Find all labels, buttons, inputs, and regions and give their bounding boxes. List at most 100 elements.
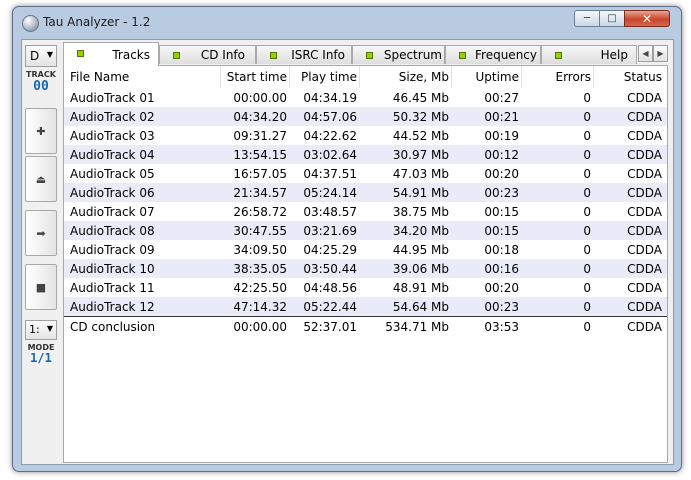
table-row[interactable]: AudioTrack 09 34:09.50 04:25.29 44.95 Mb…: [64, 240, 667, 259]
tab-spectrum[interactable]: Spectrum: [352, 45, 445, 64]
cell-status: CDDA: [627, 262, 662, 276]
table-row[interactable]: AudioTrack 06 21:34.57 05:24.14 54.91 Mb…: [64, 183, 667, 202]
cell-errors: 0: [583, 224, 591, 238]
cell-uptime: 00:20: [484, 281, 519, 295]
table-row[interactable]: AudioTrack 10 38:35.05 03:50.44 39.06 Mb…: [64, 259, 667, 278]
tab-frequency[interactable]: Frequency: [445, 45, 541, 64]
tab-isrc-info[interactable]: ISRC Info: [256, 45, 352, 64]
tab-scroll-right-button[interactable]: ▶: [653, 45, 668, 62]
cell-file-name: AudioTrack 02: [70, 110, 155, 124]
tab-cd-info[interactable]: CD Info: [159, 45, 256, 64]
cell-start-time: 21:34.57: [233, 186, 287, 200]
cell-start-time: 04:34.20: [233, 110, 287, 124]
cell-file-name: AudioTrack 12: [70, 300, 155, 314]
tracks-table: File Name Start time Play time Size, Mb …: [63, 65, 668, 463]
cell-start-time: 16:57.05: [233, 167, 287, 181]
status-led-icon: [270, 52, 277, 59]
table-row[interactable]: AudioTrack 03 09:31.27 04:22.62 44.52 Mb…: [64, 126, 667, 145]
cell-status: CDDA: [627, 224, 662, 238]
table-row[interactable]: AudioTrack 05 16:57.05 04:37.51 47.03 Mb…: [64, 164, 667, 183]
tab-label: Spectrum: [383, 48, 442, 62]
table-row[interactable]: AudioTrack 08 30:47.55 03:21.69 34.20 Mb…: [64, 221, 667, 240]
cell-uptime: 00:27: [484, 91, 519, 105]
cell-size: 534.71 Mb: [385, 320, 449, 334]
status-led-icon: [366, 52, 373, 59]
cell-start-time: 38:35.05: [233, 262, 287, 276]
table-row[interactable]: AudioTrack 07 26:58.72 03:48.57 38.75 Mb…: [64, 202, 667, 221]
cell-size: 39.06 Mb: [392, 262, 449, 276]
cell-errors: 0: [583, 262, 591, 276]
add-button[interactable]: ✚: [25, 108, 57, 154]
cell-status: CDDA: [627, 91, 662, 105]
cell-errors: 0: [583, 167, 591, 181]
column-header-size[interactable]: Size, Mb: [399, 70, 449, 84]
column-header-play-time[interactable]: Play time: [301, 70, 357, 84]
table-row[interactable]: AudioTrack 01 00:00.00 04:34.19 46.45 Mb…: [64, 88, 667, 107]
eject-icon: ⏏: [35, 172, 47, 186]
cell-errors: 0: [583, 91, 591, 105]
cell-start-time: 00:00.00: [233, 91, 287, 105]
cell-size: 44.95 Mb: [392, 243, 449, 257]
cell-size: 38.75 Mb: [392, 205, 449, 219]
table-row[interactable]: AudioTrack 04 13:54.15 03:02.64 30.97 Mb…: [64, 145, 667, 164]
cell-status: CDDA: [627, 300, 662, 314]
column-header-start-time[interactable]: Start time: [227, 70, 287, 84]
status-led-icon: [555, 52, 562, 59]
cell-uptime: 00:20: [484, 167, 519, 181]
tab-tracks[interactable]: Tracks: [63, 42, 159, 66]
eject-button[interactable]: ⏏: [25, 156, 57, 202]
cell-play-time: 05:24.14: [303, 186, 357, 200]
cell-status: CDDA: [627, 148, 662, 162]
cell-play-time: 03:48.57: [303, 205, 357, 219]
table-row[interactable]: AudioTrack 11 42:25.50 04:48.56 48.91 Mb…: [64, 278, 667, 297]
status-led-icon: [77, 50, 84, 57]
cell-play-time: 04:25.29: [303, 243, 357, 257]
cell-status: CDDA: [627, 320, 662, 334]
column-header-file-name[interactable]: File Name: [70, 70, 129, 84]
summary-row[interactable]: CD conclusion 00:00.00 52:37.01 534.71 M…: [64, 316, 667, 336]
tab-label: Frequency: [475, 48, 537, 62]
cell-size: 54.91 Mb: [392, 186, 449, 200]
table-row[interactable]: AudioTrack 02 04:34.20 04:57.06 50.32 Mb…: [64, 107, 667, 126]
cell-start-time: 00:00.00: [233, 320, 287, 334]
cell-file-name: AudioTrack 09: [70, 243, 155, 257]
app-window: Tau Analyzer - 1.2 ─ □ ✕ D ▼ TRACK 00 ✚ …: [12, 6, 682, 472]
maximize-button[interactable]: □: [599, 10, 625, 27]
column-header-errors[interactable]: Errors: [555, 70, 591, 84]
next-button[interactable]: ➡: [25, 210, 57, 256]
column-divider: [451, 66, 452, 88]
cell-errors: 0: [583, 281, 591, 295]
table-row[interactable]: AudioTrack 12 47:14.32 05:22.44 54.64 Mb…: [64, 297, 667, 316]
cell-play-time: 04:37.51: [303, 167, 357, 181]
status-led-icon: [459, 52, 466, 59]
drive-select[interactable]: D ▼: [25, 45, 57, 67]
column-header-status[interactable]: Status: [624, 70, 662, 84]
app-icon[interactable]: [22, 15, 39, 32]
cell-size: 34.20 Mb: [392, 224, 449, 238]
cell-status: CDDA: [627, 205, 662, 219]
cell-play-time: 05:22.44: [303, 300, 357, 314]
mode-fraction: 1/1: [30, 351, 52, 365]
cell-start-time: 42:25.50: [233, 281, 287, 295]
tab-strip: Tracks CD Info ISRC Info Spectrum Freque…: [63, 42, 669, 66]
cell-start-time: 34:09.50: [233, 243, 287, 257]
cell-uptime: 00:15: [484, 205, 519, 219]
left-toolbar: D ▼ TRACK 00 ✚ ⏏ ➡ ■ 1: ▼ MODE 1/1: [24, 42, 57, 460]
minimize-button[interactable]: ─: [574, 10, 600, 27]
cell-file-name: AudioTrack 03: [70, 129, 155, 143]
cell-file-name: AudioTrack 06: [70, 186, 155, 200]
cell-file-name: AudioTrack 10: [70, 262, 155, 276]
tab-help[interactable]: Help: [541, 45, 637, 64]
tab-scroll-left-button[interactable]: ◀: [638, 45, 653, 62]
cell-start-time: 26:58.72: [233, 205, 287, 219]
cell-start-time: 13:54.15: [233, 148, 287, 162]
cell-errors: 0: [583, 186, 591, 200]
cell-file-name: AudioTrack 08: [70, 224, 155, 238]
cell-play-time: 03:21.69: [303, 224, 357, 238]
column-header-uptime[interactable]: Uptime: [475, 70, 519, 84]
mode-select[interactable]: 1: ▼: [25, 320, 57, 340]
stop-button[interactable]: ■: [25, 264, 57, 310]
title-bar[interactable]: Tau Analyzer - 1.2 ─ □ ✕: [13, 7, 681, 39]
cell-play-time: 03:50.44: [303, 262, 357, 276]
close-button[interactable]: ✕: [624, 10, 670, 27]
